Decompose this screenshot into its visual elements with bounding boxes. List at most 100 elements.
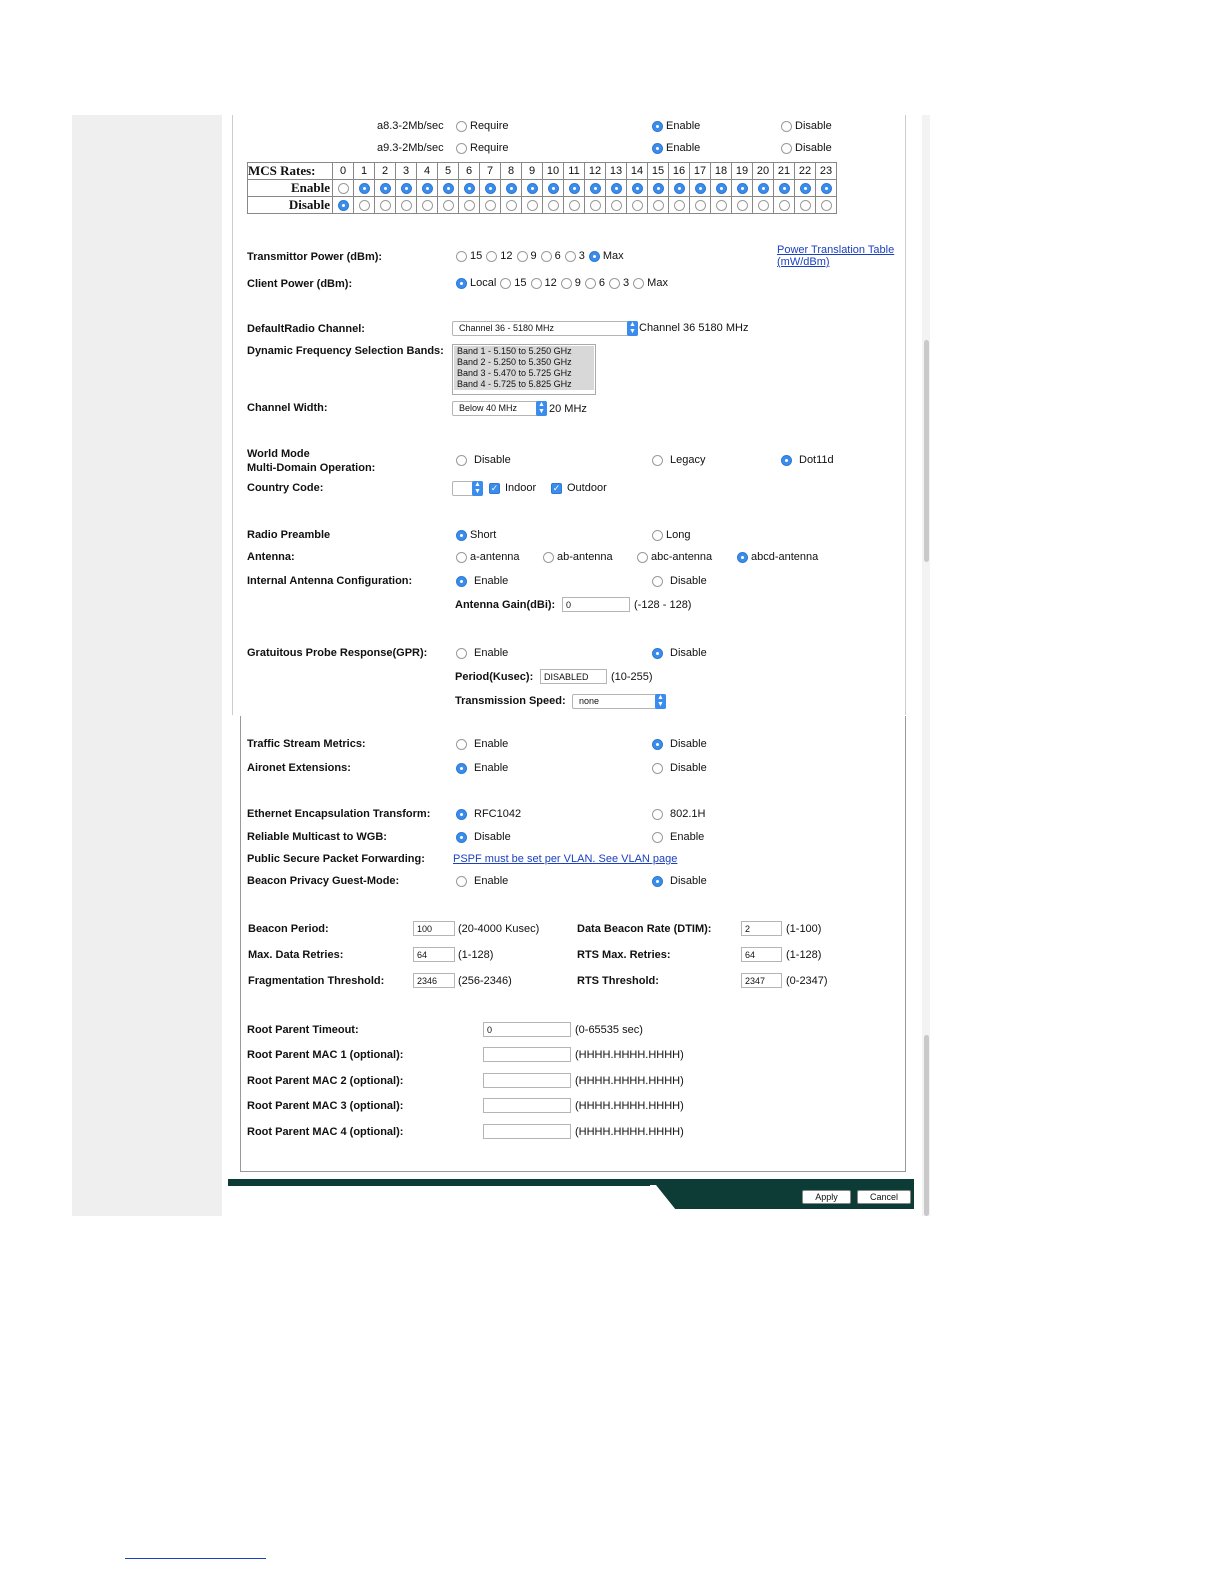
radio[interactable]: [456, 647, 467, 659]
radio[interactable]: [400, 182, 412, 194]
root-parent-mac1-input[interactable]: [483, 1047, 571, 1062]
power-translation-link[interactable]: Power Translation Table (mW/dBm): [777, 244, 894, 268]
tx-power-option[interactable]: 12: [486, 250, 513, 262]
scrollbar-thumb-upper[interactable]: [924, 340, 929, 562]
radio[interactable]: [715, 182, 727, 194]
radio[interactable]: [568, 182, 580, 194]
dtim-input[interactable]: 2: [741, 921, 782, 936]
rate-a8-enable[interactable]: Enable: [652, 120, 700, 132]
radio[interactable]: [631, 199, 643, 211]
antenna-gain-input[interactable]: 0: [562, 597, 630, 612]
radio[interactable]: [486, 250, 498, 262]
default-channel-select[interactable]: Channel 36 - 5180 MHz ▲ ▼: [452, 321, 638, 336]
rate-a9-disable[interactable]: Disable: [781, 142, 832, 154]
radio[interactable]: [358, 199, 370, 211]
rate-a8-disable[interactable]: Disable: [781, 120, 832, 132]
root-parent-mac3-input[interactable]: [483, 1098, 571, 1113]
radio[interactable]: [757, 199, 769, 211]
radio[interactable]: [456, 831, 467, 843]
client-power-option[interactable]: Local: [456, 277, 496, 289]
radio[interactable]: [694, 199, 706, 211]
rts-max-retries-input[interactable]: 64: [741, 947, 782, 962]
pspf-vlan-link[interactable]: PSPF must be set per VLAN. See VLAN page: [453, 853, 677, 865]
radio[interactable]: [456, 762, 467, 774]
traffic-stream-disable[interactable]: Disable: [652, 738, 707, 750]
rate-a9-require[interactable]: Require: [456, 142, 509, 154]
radio[interactable]: [820, 199, 832, 211]
traffic-stream-enable[interactable]: Enable: [456, 738, 508, 750]
root-parent-timeout-input[interactable]: 0: [483, 1022, 571, 1037]
radio[interactable]: [400, 199, 412, 211]
world-mode-dot11d[interactable]: Dot11d: [781, 454, 834, 466]
rate-a9-enable[interactable]: Enable: [652, 142, 700, 154]
check-icon[interactable]: ✓: [489, 482, 500, 494]
radio[interactable]: [337, 182, 349, 194]
tx-power-option[interactable]: Max: [588, 250, 624, 262]
radio[interactable]: [456, 529, 467, 541]
channel-width-select[interactable]: Below 40 MHz ▲ ▼: [452, 401, 547, 416]
radio[interactable]: [530, 277, 542, 289]
radio[interactable]: [652, 454, 663, 466]
tx-power-option[interactable]: 9: [516, 250, 537, 262]
max-data-retries-input[interactable]: 64: [413, 947, 455, 962]
client-power-option[interactable]: Max: [633, 277, 668, 289]
radio[interactable]: [652, 875, 663, 887]
internal-antenna-disable[interactable]: Disable: [652, 575, 707, 587]
radio[interactable]: [456, 120, 467, 132]
antenna-a[interactable]: a-antenna: [456, 551, 520, 563]
dfs-band[interactable]: Band 3 - 5.470 to 5.725 GHz: [454, 368, 594, 379]
gpr-period-input[interactable]: DISABLED: [540, 669, 607, 684]
radio[interactable]: [456, 454, 467, 466]
ethernet-encap-rfc1042[interactable]: RFC1042: [456, 808, 521, 820]
radio[interactable]: [456, 142, 467, 154]
indoor-checkbox[interactable]: ✓ Indoor: [489, 482, 536, 494]
radio[interactable]: [652, 738, 663, 750]
radio[interactable]: [456, 808, 467, 820]
radio[interactable]: [652, 647, 663, 659]
beacon-privacy-disable[interactable]: Disable: [652, 875, 707, 887]
radio[interactable]: [609, 277, 621, 289]
outdoor-checkbox[interactable]: ✓ Outdoor: [551, 482, 607, 494]
radio[interactable]: [421, 199, 433, 211]
preamble-short[interactable]: Short: [456, 529, 496, 541]
root-parent-mac2-input[interactable]: [483, 1073, 571, 1088]
tx-power-option[interactable]: 6: [540, 250, 561, 262]
radio[interactable]: [568, 199, 580, 211]
radio[interactable]: [589, 199, 601, 211]
client-power-option[interactable]: 12: [530, 277, 557, 289]
radio[interactable]: [456, 277, 467, 289]
radio[interactable]: [757, 182, 769, 194]
radio[interactable]: [516, 250, 528, 262]
radio[interactable]: [778, 199, 790, 211]
radio[interactable]: [500, 277, 512, 289]
radio[interactable]: [560, 277, 572, 289]
radio[interactable]: [564, 250, 576, 262]
radio[interactable]: [584, 277, 596, 289]
radio[interactable]: [588, 250, 600, 262]
beacon-privacy-enable[interactable]: Enable: [456, 875, 508, 887]
internal-antenna-enable[interactable]: Enable: [456, 575, 508, 587]
antenna-abc[interactable]: abc-antenna: [637, 551, 712, 563]
reliable-multicast-disable[interactable]: Disable: [456, 831, 511, 843]
antenna-ab[interactable]: ab-antenna: [543, 551, 613, 563]
radio[interactable]: [442, 182, 454, 194]
country-code-select[interactable]: ▲ ▼: [452, 481, 483, 496]
ethernet-encap-8021h[interactable]: 802.1H: [652, 808, 705, 820]
radio[interactable]: [652, 120, 663, 132]
radio[interactable]: [379, 199, 391, 211]
radio[interactable]: [673, 199, 685, 211]
radio[interactable]: [463, 199, 475, 211]
dfs-band[interactable]: Band 4 - 5.725 to 5.825 GHz: [454, 379, 594, 390]
transmission-speed-select[interactable]: none ▲ ▼: [572, 694, 666, 709]
radio[interactable]: [652, 575, 663, 587]
dfs-bands-listbox[interactable]: Band 1 - 5.150 to 5.250 GHz Band 2 - 5.2…: [452, 344, 596, 395]
dfs-band[interactable]: Band 1 - 5.150 to 5.250 GHz: [454, 346, 594, 357]
radio[interactable]: [652, 831, 663, 843]
radio[interactable]: [610, 182, 622, 194]
radio[interactable]: [610, 199, 622, 211]
radio[interactable]: [442, 199, 454, 211]
radio[interactable]: [421, 182, 433, 194]
rts-threshold-input[interactable]: 2347: [741, 973, 782, 988]
radio[interactable]: [694, 182, 706, 194]
radio[interactable]: [673, 182, 685, 194]
